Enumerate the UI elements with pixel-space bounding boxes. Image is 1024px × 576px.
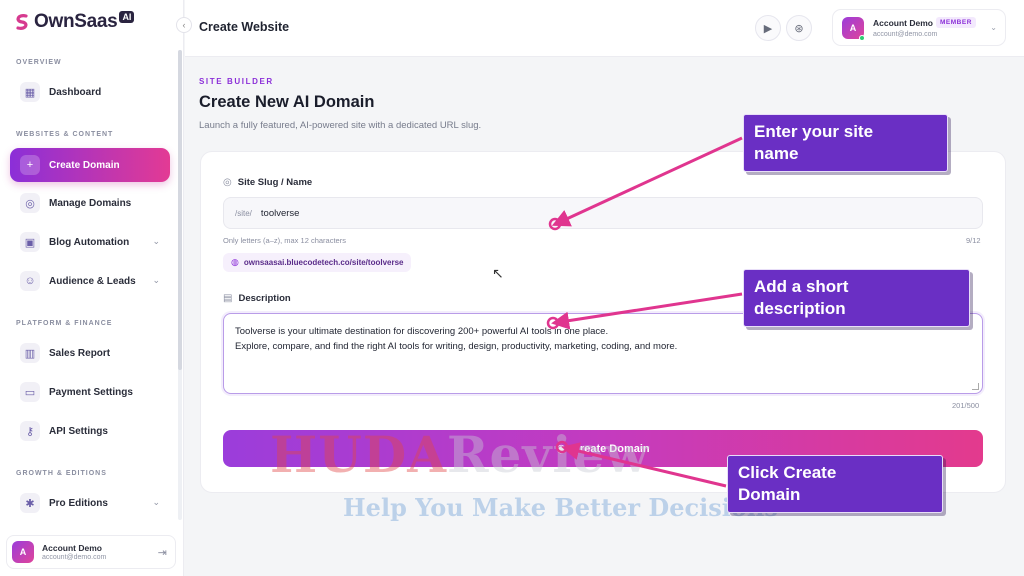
- sidebar-item-create-domain[interactable]: + Create Domain: [10, 148, 170, 182]
- brand-badge: AI: [119, 11, 135, 23]
- watermark-tagline: Help You Make Better Decisions: [343, 493, 778, 522]
- user-menu[interactable]: A Account Demo MEMBER account@demo.com ⌄: [832, 9, 1006, 46]
- sidebar-item-label: Manage Domains: [49, 197, 132, 209]
- slug-label-text: Site Slug / Name: [237, 177, 313, 188]
- globe-icon: ◎: [223, 177, 232, 188]
- description-char-counter: 201/500: [952, 401, 980, 410]
- member-badge: MEMBER: [936, 17, 976, 28]
- slug-field-label: ◎ Site Slug / Name: [223, 177, 312, 188]
- account-email: account@demo.com: [42, 554, 107, 561]
- sidebar-item-label: Create Domain: [49, 159, 120, 171]
- chevron-down-icon[interactable]: ⌄: [152, 275, 160, 286]
- globe-icon: ◍: [231, 257, 239, 267]
- grid-icon: ▦: [20, 82, 40, 102]
- watermark-brand-part-a: HUDA: [270, 425, 447, 484]
- slug-hint: Only letters (a–z), max 12 characters: [223, 236, 346, 245]
- sidebar-item-label: Blog Automation: [49, 236, 130, 248]
- callout-line: Domain: [738, 485, 801, 504]
- slug-prefix: /site/: [235, 208, 252, 218]
- callout-add-description: Add a short description: [743, 269, 970, 327]
- document-icon: ▤: [223, 293, 233, 304]
- sidebar-item-payment-settings[interactable]: ▭ Payment Settings: [10, 375, 170, 409]
- play-button[interactable]: ▶: [755, 15, 781, 41]
- logout-icon[interactable]: ⇥: [158, 546, 167, 559]
- description-line: Explore, compare, and find the right AI …: [235, 341, 678, 352]
- callout-line: Click Create: [738, 463, 837, 482]
- page-title: Create Website: [199, 20, 290, 34]
- bar-chart-icon: ▥: [20, 343, 40, 363]
- topbar: Create Website ▶ ⊛ A Account Demo MEMBER…: [185, 0, 1024, 57]
- resize-handle[interactable]: [972, 383, 979, 390]
- sidebar-item-label: Dashboard: [49, 86, 102, 98]
- callout-line: description: [754, 299, 846, 318]
- plus-icon: +: [20, 155, 40, 175]
- online-status-dot: [859, 35, 865, 41]
- section-label-growth: GROWTH & EDITIONS: [16, 470, 107, 477]
- slug-char-counter: 9/12: [966, 236, 981, 245]
- sidebar-item-label: Pro Editions: [49, 497, 108, 509]
- callout-line: name: [754, 144, 799, 163]
- description-field-label: ▤ Description: [223, 293, 291, 304]
- sidebar-item-label: API Settings: [49, 425, 108, 437]
- briefcase-icon: ▣: [20, 232, 40, 252]
- user-name: Account Demo: [873, 18, 933, 28]
- sidebar-collapse-button[interactable]: ‹: [176, 17, 192, 33]
- main-heading: Create New AI Domain: [199, 93, 375, 111]
- site-url-preview[interactable]: ◍ ownsaasai.bluecodetech.co/site/toolver…: [223, 253, 412, 272]
- callout-line: Add a short: [754, 277, 849, 296]
- site-url-text: ownsaasai.bluecodetech.co/site/toolverse: [243, 258, 404, 267]
- sidebar-item-pro-editions[interactable]: ✱ Pro Editions ⌄: [10, 486, 170, 520]
- sidebar-item-label: Audience & Leads: [49, 275, 136, 287]
- logo-icon: [16, 14, 28, 30]
- mouse-cursor-icon: ↖: [492, 265, 504, 281]
- section-kicker: SITE BUILDER: [199, 77, 274, 86]
- section-label-platform: PLATFORM & FINANCE: [16, 320, 113, 327]
- sidebar-item-label: Payment Settings: [49, 386, 133, 398]
- chevron-left-icon: ‹: [182, 20, 186, 30]
- sidebar-item-api-settings[interactable]: ⚷ API Settings: [10, 414, 170, 448]
- globe-icon: ◎: [20, 193, 40, 213]
- description-label-text: Description: [238, 293, 291, 304]
- sidebar-item-label: Sales Report: [49, 347, 111, 359]
- sidebar: OwnSaas AI OVERVIEW ▦ Dashboard WEBSITES…: [0, 0, 184, 576]
- chevron-down-icon[interactable]: ⌄: [152, 497, 160, 508]
- sidebar-item-dashboard[interactable]: ▦ Dashboard: [10, 75, 170, 109]
- section-label-websites: WEBSITES & CONTENT: [16, 131, 114, 138]
- users-icon: ☺: [20, 271, 40, 291]
- support-button[interactable]: ⊛: [786, 15, 812, 41]
- sidebar-item-sales-report[interactable]: ▥ Sales Report: [10, 336, 170, 370]
- sidebar-item-manage-domains[interactable]: ◎ Manage Domains: [10, 186, 170, 220]
- section-label-overview: OVERVIEW: [16, 59, 62, 66]
- callout-line: Enter your site: [754, 122, 874, 141]
- sparkle-icon: ✱: [20, 493, 40, 513]
- play-circle-icon: ▶: [763, 22, 773, 35]
- brand-logo[interactable]: OwnSaas AI: [12, 10, 135, 34]
- chevron-down-icon: ⌄: [990, 23, 997, 32]
- chevron-down-icon[interactable]: ⌄: [152, 236, 160, 247]
- watermark-brand: HUDAReview: [270, 425, 649, 484]
- sidebar-item-blog-automation[interactable]: ▣ Blog Automation ⌄: [10, 225, 170, 259]
- avatar: A: [12, 541, 34, 563]
- sidebar-account-card[interactable]: A Account Demo account@demo.com ⇥: [6, 535, 176, 569]
- main-subtitle: Launch a fully featured, AI-powered site…: [199, 120, 482, 131]
- callout-click-create: Click Create Domain: [727, 455, 943, 513]
- user-email: account@demo.com: [873, 31, 938, 38]
- account-name: Account Demo: [42, 543, 102, 553]
- brand-name: OwnSaas: [34, 11, 118, 32]
- sidebar-item-audience-leads[interactable]: ☺ Audience & Leads ⌄: [10, 264, 170, 298]
- credit-card-icon: ▭: [20, 382, 40, 402]
- watermark-brand-part-b: Review: [447, 425, 650, 484]
- sidebar-scrollbar-thumb[interactable]: [178, 50, 182, 370]
- site-slug-input[interactable]: /site/ toolverse: [223, 197, 983, 229]
- slug-value: toolverse: [260, 207, 300, 219]
- lifebuoy-icon: ⊛: [794, 22, 804, 35]
- callout-enter-site-name: Enter your site name: [743, 114, 948, 172]
- key-icon: ⚷: [20, 421, 40, 441]
